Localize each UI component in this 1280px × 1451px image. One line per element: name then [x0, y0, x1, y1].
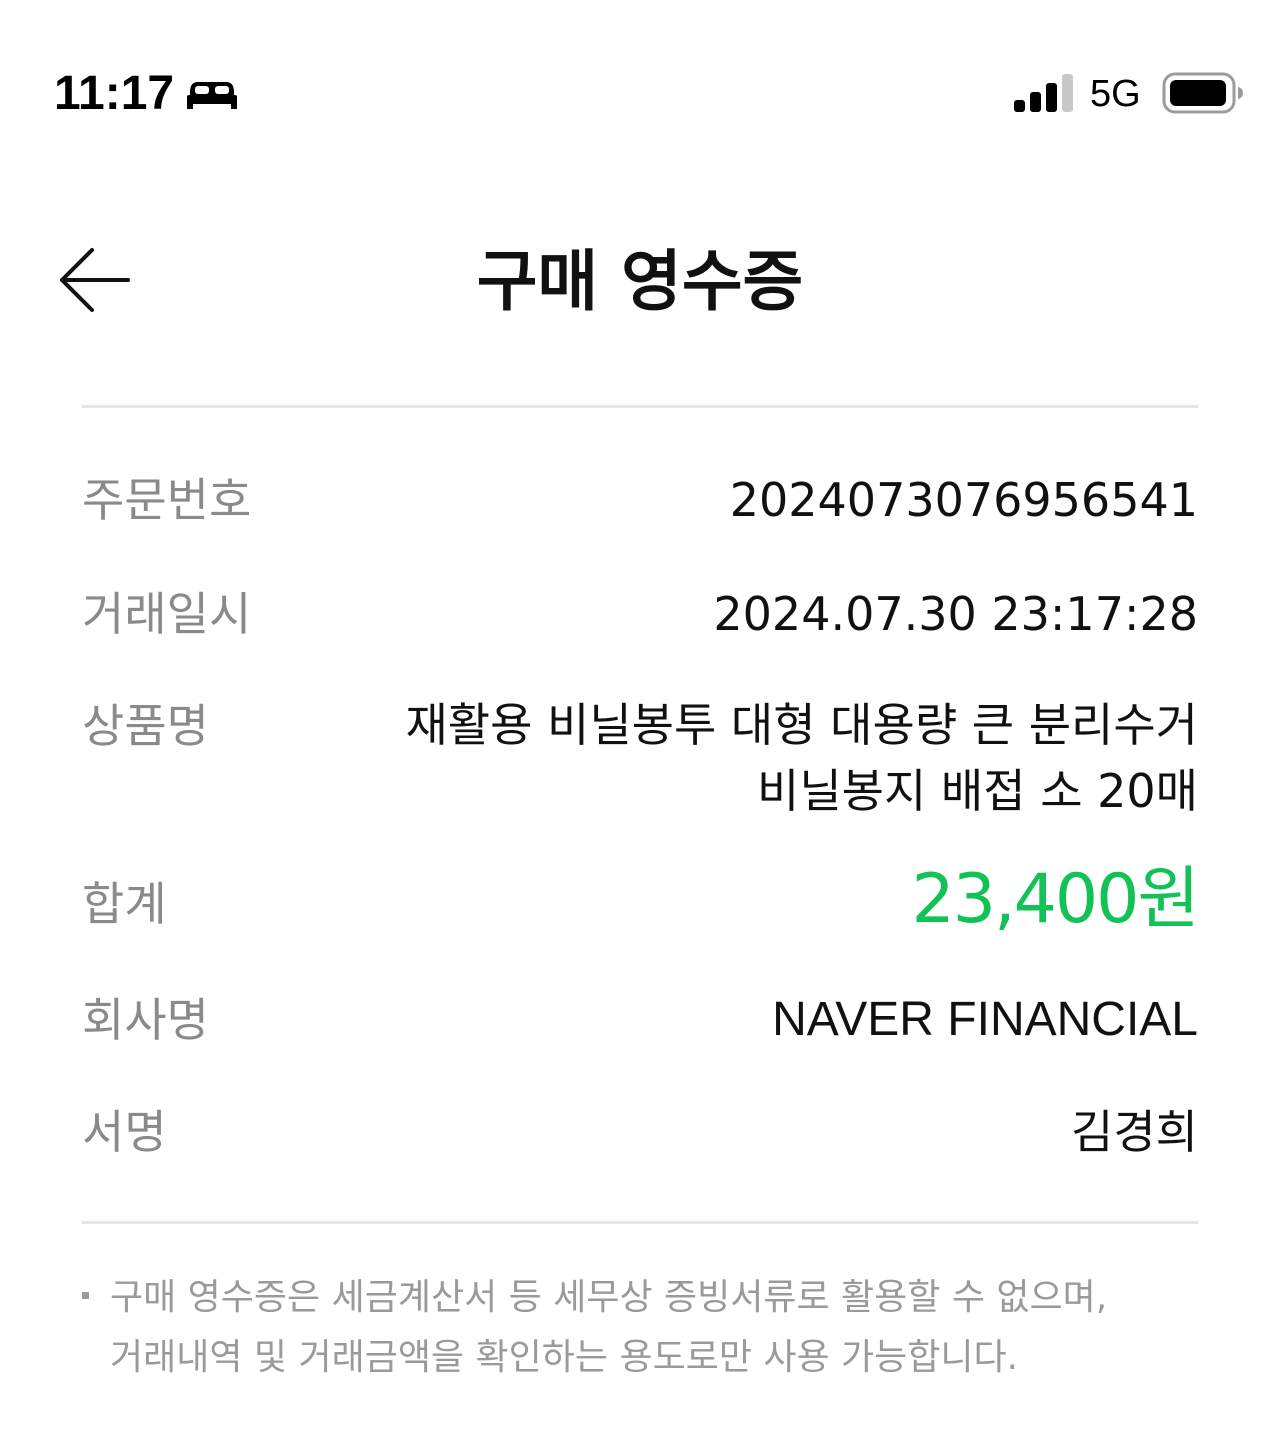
- divider: [82, 405, 1198, 408]
- product-name-value: 재활용 비닐봉투 대형 대용량 큰 분리수거 비닐봉지 배접 소 20매: [405, 698, 1198, 818]
- company-name-value: NAVER FINANCIAL: [772, 993, 1198, 1046]
- status-time: 11:17: [54, 67, 175, 120]
- transaction-datetime-label: 거래일시: [82, 587, 252, 641]
- total-label: 합계: [82, 877, 167, 931]
- status-bar: 11:17 5G: [0, 0, 1280, 190]
- transaction-datetime-value: 2024.07.30 23:17:28: [713, 587, 1198, 641]
- signature-label: 서명: [82, 1105, 167, 1159]
- sleep-bed-icon: [187, 82, 237, 109]
- company-name-label: 회사명: [82, 993, 209, 1047]
- order-number-label: 주문번호: [82, 473, 252, 527]
- page-title: 구매 영수증: [476, 243, 804, 320]
- network-type: 5G: [1090, 73, 1141, 115]
- product-name-label: 상품명: [82, 699, 209, 753]
- order-number-value: 2024073076956541: [729, 473, 1198, 527]
- bullet: [82, 1292, 89, 1299]
- cellular-signal-icon: [1014, 74, 1073, 112]
- signature-value: 김경희: [1071, 1105, 1198, 1159]
- total-amount-value: 23,400원: [911, 860, 1200, 939]
- divider: [82, 1221, 1198, 1224]
- notice-text: 구매 영수증은 세금계산서 등 세무상 증빙서류로 활용할 수 없으며, 거래내…: [110, 1277, 1108, 1378]
- battery-icon: [1162, 72, 1243, 114]
